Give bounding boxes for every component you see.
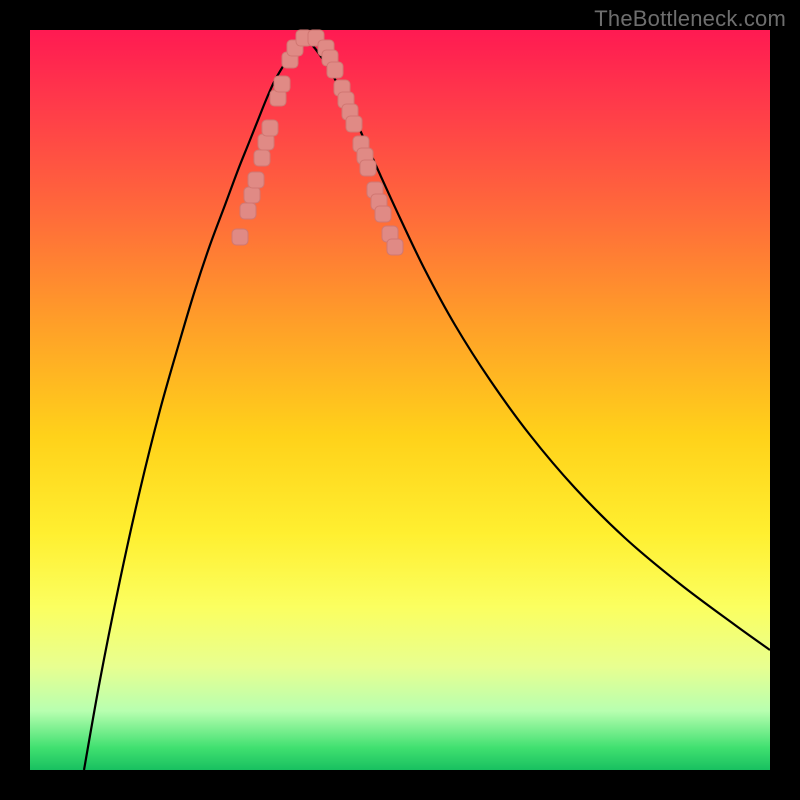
data-markers [232,30,403,255]
data-marker [262,120,278,136]
watermark-text: TheBottleneck.com [594,6,786,32]
data-marker [274,76,290,92]
data-marker [360,160,376,176]
right-curve-line [305,38,770,650]
data-marker [346,116,362,132]
data-marker [375,206,391,222]
data-marker [327,62,343,78]
data-marker [240,203,256,219]
data-marker [244,187,260,203]
data-marker [254,150,270,166]
data-marker [387,239,403,255]
chart-frame: TheBottleneck.com [0,0,800,800]
data-marker [232,229,248,245]
chart-overlay [30,30,770,770]
data-marker [248,172,264,188]
